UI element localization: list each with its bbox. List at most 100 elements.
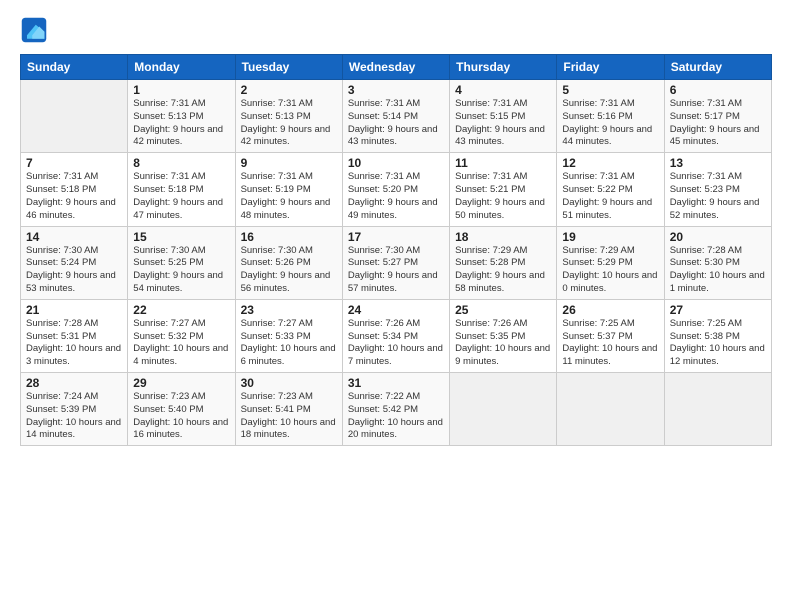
day-info: Sunrise: 7:29 AMSunset: 5:28 PMDaylight:…: [455, 245, 551, 296]
day-cell: 29Sunrise: 7:23 AMSunset: 5:40 PMDayligh…: [128, 373, 235, 446]
day-info: Sunrise: 7:31 AMSunset: 5:17 PMDaylight:…: [670, 98, 766, 149]
weekday-header-tuesday: Tuesday: [235, 55, 342, 80]
day-info: Sunrise: 7:30 AMSunset: 5:26 PMDaylight:…: [241, 245, 337, 296]
day-cell: 23Sunrise: 7:27 AMSunset: 5:33 PMDayligh…: [235, 299, 342, 372]
day-info: Sunrise: 7:27 AMSunset: 5:32 PMDaylight:…: [133, 318, 229, 369]
weekday-header-row: SundayMondayTuesdayWednesdayThursdayFrid…: [21, 55, 772, 80]
day-info: Sunrise: 7:31 AMSunset: 5:23 PMDaylight:…: [670, 171, 766, 222]
weekday-header-monday: Monday: [128, 55, 235, 80]
day-number: 23: [241, 303, 337, 317]
day-number: 5: [562, 83, 658, 97]
day-cell: 15Sunrise: 7:30 AMSunset: 5:25 PMDayligh…: [128, 226, 235, 299]
day-cell: [450, 373, 557, 446]
day-cell: 26Sunrise: 7:25 AMSunset: 5:37 PMDayligh…: [557, 299, 664, 372]
day-number: 14: [26, 230, 122, 244]
logo-icon: [20, 16, 48, 44]
day-number: 6: [670, 83, 766, 97]
day-info: Sunrise: 7:23 AMSunset: 5:41 PMDaylight:…: [241, 391, 337, 442]
day-info: Sunrise: 7:30 AMSunset: 5:25 PMDaylight:…: [133, 245, 229, 296]
week-row-1: 1Sunrise: 7:31 AMSunset: 5:13 PMDaylight…: [21, 80, 772, 153]
day-cell: 27Sunrise: 7:25 AMSunset: 5:38 PMDayligh…: [664, 299, 771, 372]
day-cell: 9Sunrise: 7:31 AMSunset: 5:19 PMDaylight…: [235, 153, 342, 226]
day-cell: 13Sunrise: 7:31 AMSunset: 5:23 PMDayligh…: [664, 153, 771, 226]
day-cell: 28Sunrise: 7:24 AMSunset: 5:39 PMDayligh…: [21, 373, 128, 446]
day-info: Sunrise: 7:31 AMSunset: 5:18 PMDaylight:…: [133, 171, 229, 222]
day-cell: [664, 373, 771, 446]
week-row-3: 14Sunrise: 7:30 AMSunset: 5:24 PMDayligh…: [21, 226, 772, 299]
day-cell: 18Sunrise: 7:29 AMSunset: 5:28 PMDayligh…: [450, 226, 557, 299]
logo: [20, 16, 52, 44]
week-row-2: 7Sunrise: 7:31 AMSunset: 5:18 PMDaylight…: [21, 153, 772, 226]
day-info: Sunrise: 7:31 AMSunset: 5:19 PMDaylight:…: [241, 171, 337, 222]
weekday-header-wednesday: Wednesday: [342, 55, 449, 80]
day-info: Sunrise: 7:22 AMSunset: 5:42 PMDaylight:…: [348, 391, 444, 442]
day-number: 12: [562, 156, 658, 170]
day-number: 17: [348, 230, 444, 244]
weekday-header-sunday: Sunday: [21, 55, 128, 80]
weekday-header-friday: Friday: [557, 55, 664, 80]
day-cell: 1Sunrise: 7:31 AMSunset: 5:13 PMDaylight…: [128, 80, 235, 153]
day-number: 31: [348, 376, 444, 390]
day-info: Sunrise: 7:29 AMSunset: 5:29 PMDaylight:…: [562, 245, 658, 296]
day-number: 27: [670, 303, 766, 317]
day-cell: 4Sunrise: 7:31 AMSunset: 5:15 PMDaylight…: [450, 80, 557, 153]
day-cell: 19Sunrise: 7:29 AMSunset: 5:29 PMDayligh…: [557, 226, 664, 299]
day-info: Sunrise: 7:31 AMSunset: 5:15 PMDaylight:…: [455, 98, 551, 149]
day-cell: 21Sunrise: 7:28 AMSunset: 5:31 PMDayligh…: [21, 299, 128, 372]
day-cell: 3Sunrise: 7:31 AMSunset: 5:14 PMDaylight…: [342, 80, 449, 153]
day-info: Sunrise: 7:27 AMSunset: 5:33 PMDaylight:…: [241, 318, 337, 369]
day-cell: 5Sunrise: 7:31 AMSunset: 5:16 PMDaylight…: [557, 80, 664, 153]
day-number: 20: [670, 230, 766, 244]
day-number: 22: [133, 303, 229, 317]
day-cell: 16Sunrise: 7:30 AMSunset: 5:26 PMDayligh…: [235, 226, 342, 299]
weekday-header-thursday: Thursday: [450, 55, 557, 80]
day-info: Sunrise: 7:30 AMSunset: 5:27 PMDaylight:…: [348, 245, 444, 296]
day-number: 7: [26, 156, 122, 170]
day-info: Sunrise: 7:31 AMSunset: 5:13 PMDaylight:…: [133, 98, 229, 149]
day-info: Sunrise: 7:25 AMSunset: 5:38 PMDaylight:…: [670, 318, 766, 369]
weekday-header-saturday: Saturday: [664, 55, 771, 80]
day-info: Sunrise: 7:31 AMSunset: 5:13 PMDaylight:…: [241, 98, 337, 149]
day-cell: 7Sunrise: 7:31 AMSunset: 5:18 PMDaylight…: [21, 153, 128, 226]
day-cell: 14Sunrise: 7:30 AMSunset: 5:24 PMDayligh…: [21, 226, 128, 299]
day-number: 2: [241, 83, 337, 97]
day-cell: 2Sunrise: 7:31 AMSunset: 5:13 PMDaylight…: [235, 80, 342, 153]
day-info: Sunrise: 7:24 AMSunset: 5:39 PMDaylight:…: [26, 391, 122, 442]
day-number: 21: [26, 303, 122, 317]
day-cell: 30Sunrise: 7:23 AMSunset: 5:41 PMDayligh…: [235, 373, 342, 446]
day-info: Sunrise: 7:31 AMSunset: 5:18 PMDaylight:…: [26, 171, 122, 222]
day-number: 13: [670, 156, 766, 170]
day-number: 25: [455, 303, 551, 317]
day-info: Sunrise: 7:31 AMSunset: 5:14 PMDaylight:…: [348, 98, 444, 149]
day-cell: 22Sunrise: 7:27 AMSunset: 5:32 PMDayligh…: [128, 299, 235, 372]
day-info: Sunrise: 7:26 AMSunset: 5:35 PMDaylight:…: [455, 318, 551, 369]
day-cell: 17Sunrise: 7:30 AMSunset: 5:27 PMDayligh…: [342, 226, 449, 299]
day-info: Sunrise: 7:30 AMSunset: 5:24 PMDaylight:…: [26, 245, 122, 296]
day-info: Sunrise: 7:31 AMSunset: 5:22 PMDaylight:…: [562, 171, 658, 222]
day-info: Sunrise: 7:23 AMSunset: 5:40 PMDaylight:…: [133, 391, 229, 442]
page: SundayMondayTuesdayWednesdayThursdayFrid…: [0, 0, 792, 458]
day-cell: 10Sunrise: 7:31 AMSunset: 5:20 PMDayligh…: [342, 153, 449, 226]
day-info: Sunrise: 7:26 AMSunset: 5:34 PMDaylight:…: [348, 318, 444, 369]
day-cell: 12Sunrise: 7:31 AMSunset: 5:22 PMDayligh…: [557, 153, 664, 226]
day-cell: 8Sunrise: 7:31 AMSunset: 5:18 PMDaylight…: [128, 153, 235, 226]
day-number: 11: [455, 156, 551, 170]
day-cell: 6Sunrise: 7:31 AMSunset: 5:17 PMDaylight…: [664, 80, 771, 153]
day-cell: 20Sunrise: 7:28 AMSunset: 5:30 PMDayligh…: [664, 226, 771, 299]
day-number: 10: [348, 156, 444, 170]
day-info: Sunrise: 7:25 AMSunset: 5:37 PMDaylight:…: [562, 318, 658, 369]
day-number: 24: [348, 303, 444, 317]
day-cell: 31Sunrise: 7:22 AMSunset: 5:42 PMDayligh…: [342, 373, 449, 446]
day-cell: 25Sunrise: 7:26 AMSunset: 5:35 PMDayligh…: [450, 299, 557, 372]
week-row-4: 21Sunrise: 7:28 AMSunset: 5:31 PMDayligh…: [21, 299, 772, 372]
day-cell: [21, 80, 128, 153]
week-row-5: 28Sunrise: 7:24 AMSunset: 5:39 PMDayligh…: [21, 373, 772, 446]
day-cell: [557, 373, 664, 446]
day-number: 26: [562, 303, 658, 317]
day-number: 8: [133, 156, 229, 170]
day-number: 30: [241, 376, 337, 390]
day-cell: 11Sunrise: 7:31 AMSunset: 5:21 PMDayligh…: [450, 153, 557, 226]
day-info: Sunrise: 7:28 AMSunset: 5:30 PMDaylight:…: [670, 245, 766, 296]
day-info: Sunrise: 7:31 AMSunset: 5:21 PMDaylight:…: [455, 171, 551, 222]
day-number: 4: [455, 83, 551, 97]
